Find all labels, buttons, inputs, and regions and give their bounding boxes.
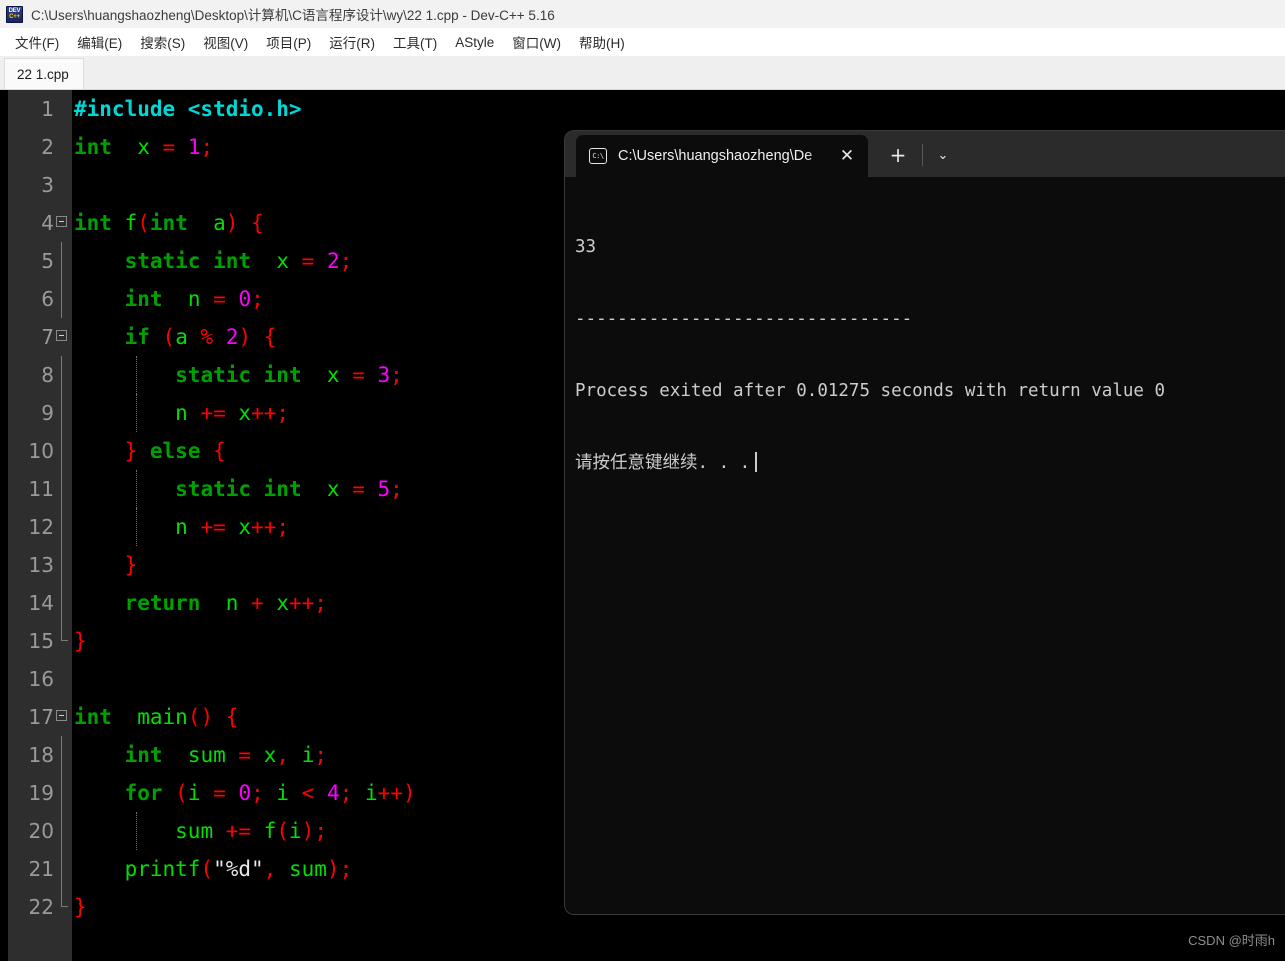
line-text: #include <stdio.h>	[74, 97, 302, 121]
line-text: n += x++;	[175, 401, 290, 425]
window-title: C:\Users\huangshaozheng\Desktop\计算机\C语言程…	[31, 8, 555, 23]
line-number: 15	[28, 629, 54, 653]
code-line: 1 #include <stdio.h>	[0, 90, 1285, 128]
menu-item-tools[interactable]: 工具(T)	[384, 29, 446, 55]
console-prompt-text: 请按任意键继续. . .	[575, 453, 751, 473]
line-text: } else {	[124, 439, 226, 463]
menu-item-astyle[interactable]: AStyle	[446, 32, 503, 53]
console-tab-title: C:\Users\huangshaozheng\De	[618, 148, 813, 164]
console-tab[interactable]: C:\ C:\Users\huangshaozheng\De ✕	[576, 135, 868, 177]
fold-guide	[61, 584, 62, 622]
line-text: static int x = 3;	[175, 363, 403, 387]
fold-toggle-icon[interactable]	[56, 710, 67, 721]
line-text: for (i = 0; i < 4; i++)	[124, 781, 416, 805]
line-text: n += x++;	[175, 515, 290, 539]
line-number: 22	[28, 895, 54, 919]
menu-item-window[interactable]: 窗口(W)	[503, 29, 570, 55]
console-output-line: Process exited after 0.01275 seconds wit…	[575, 381, 1166, 401]
menu-item-run[interactable]: 运行(R)	[320, 29, 384, 55]
line-number: 14	[28, 591, 54, 615]
line-text: int n = 0;	[124, 287, 264, 311]
console-tab-strip: C:\ C:\Users\huangshaozheng\De ✕ + ⌄	[565, 131, 1285, 177]
line-text: int x = 1;	[74, 135, 214, 159]
fold-guide	[61, 356, 62, 394]
text-cursor	[755, 452, 758, 472]
menu-item-help[interactable]: 帮助(H)	[570, 29, 634, 55]
line-number: 6	[41, 287, 54, 311]
fold-guide	[61, 508, 62, 546]
line-text: sum += f(i);	[175, 819, 327, 843]
fold-guide	[61, 280, 62, 318]
menu-item-project[interactable]: 项目(P)	[257, 29, 320, 55]
line-text: if (a % 2) {	[124, 325, 277, 349]
line-text: }	[74, 895, 87, 919]
terminal-icon: C:\	[589, 148, 607, 164]
line-number: 9	[41, 401, 54, 425]
line-text: printf("%d", sum);	[124, 857, 353, 881]
line-text: int sum = x, i;	[124, 743, 327, 767]
line-number: 4	[41, 211, 54, 235]
console-prompt-line: 请按任意键继续. . .	[575, 451, 1285, 475]
line-number: 19	[28, 781, 54, 805]
fold-guide	[61, 394, 62, 432]
menu-item-search[interactable]: 搜索(S)	[131, 29, 194, 55]
app-icon-line2: C++	[9, 14, 20, 20]
tabstrip-divider	[922, 144, 923, 166]
line-number: 12	[28, 515, 54, 539]
fold-guide	[61, 432, 62, 470]
line-number: 21	[28, 857, 54, 881]
editor-tab-label: 22 1.cpp	[17, 66, 69, 82]
dev-cpp-window: DEV C++ C:\Users\huangshaozheng\Desktop\…	[0, 0, 1285, 961]
fold-guide	[61, 242, 62, 280]
line-number: 18	[28, 743, 54, 767]
fold-toggle-icon[interactable]	[56, 330, 67, 341]
line-text: }	[74, 629, 87, 653]
line-number: 13	[28, 553, 54, 577]
fold-guide-end	[61, 888, 68, 907]
line-number: 2	[41, 135, 54, 159]
line-number: 10	[28, 439, 54, 463]
line-text: int f(int a) {	[74, 211, 264, 235]
line-number: 17	[28, 705, 54, 729]
close-icon[interactable]: ✕	[836, 147, 858, 165]
line-number: 1	[41, 97, 54, 121]
fold-guide	[61, 546, 62, 584]
dev-cpp-app-icon: DEV C++	[6, 5, 23, 23]
chevron-down-icon[interactable]: ⌄	[928, 141, 958, 169]
line-text: return n + x++;	[124, 591, 327, 615]
fold-guide	[61, 812, 62, 850]
fold-guide	[61, 470, 62, 508]
line-number: 16	[28, 667, 54, 691]
console-output-separator: --------------------------------	[575, 309, 913, 329]
new-tab-icon[interactable]: +	[883, 141, 913, 169]
line-number: 11	[28, 477, 54, 501]
console-window[interactable]: C:\ C:\Users\huangshaozheng\De ✕ + ⌄ 33 …	[565, 131, 1285, 914]
menu-item-file[interactable]: 文件(F)	[6, 29, 68, 55]
editor-tab-file[interactable]: 22 1.cpp	[4, 58, 84, 89]
line-number: 7	[41, 325, 54, 349]
fold-guide	[61, 736, 62, 774]
line-number: 20	[28, 819, 54, 843]
line-text: static int x = 5;	[175, 477, 403, 501]
console-output[interactable]: 33 -------------------------------- Proc…	[565, 177, 1285, 914]
menu-item-edit[interactable]: 编辑(E)	[68, 29, 131, 55]
line-text: }	[124, 553, 138, 577]
fold-guide	[61, 774, 62, 812]
menu-item-view[interactable]: 视图(V)	[194, 29, 257, 55]
line-number: 5	[41, 249, 54, 273]
line-number: 3	[41, 173, 54, 197]
fold-guide-end	[61, 622, 68, 641]
menu-bar: 文件(F) 编辑(E) 搜索(S) 视图(V) 项目(P) 运行(R) 工具(T…	[0, 28, 1285, 56]
editor-tab-strip: 22 1.cpp	[0, 56, 1285, 90]
console-output-line: 33	[575, 237, 597, 257]
line-number: 8	[41, 363, 54, 387]
csdn-watermark: CSDN @时雨h	[1188, 933, 1275, 948]
line-text: static int x = 2;	[124, 249, 353, 273]
fold-toggle-icon[interactable]	[56, 216, 67, 227]
fold-guide	[61, 850, 62, 888]
title-bar: DEV C++ C:\Users\huangshaozheng\Desktop\…	[0, 0, 1285, 28]
line-text: int main() {	[74, 705, 239, 729]
